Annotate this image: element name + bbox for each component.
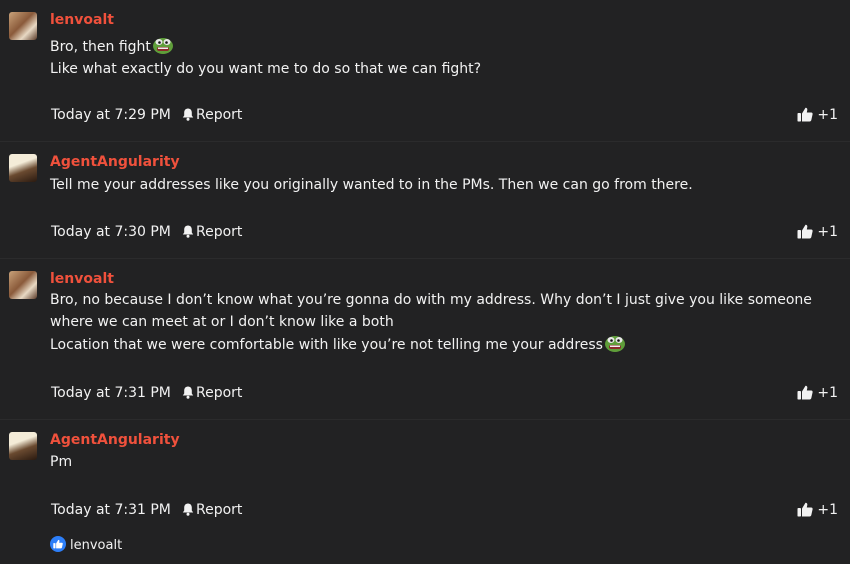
thumbs-up-icon <box>797 502 813 517</box>
message-post: AgentAngularity Pm Today at 7:31 PM Repo… <box>0 420 850 564</box>
timestamp[interactable]: Today at 7:31 PM <box>51 500 171 520</box>
message-footer: Today at 7:30 PM Report +1 <box>51 222 838 242</box>
report-label: Report <box>196 502 243 518</box>
avatar[interactable] <box>9 271 37 299</box>
message-post: AgentAngularity Tell me your addresses l… <box>0 142 850 259</box>
message-post: lenvoalt Bro, no because I don’t know wh… <box>0 259 850 420</box>
username[interactable]: AgentAngularity <box>50 154 180 170</box>
like-count: +1 <box>817 107 838 123</box>
like-count: +1 <box>817 224 838 240</box>
report-button[interactable]: Report <box>182 500 242 520</box>
username[interactable]: AgentAngularity <box>50 432 180 448</box>
report-button[interactable]: Report <box>182 105 242 125</box>
message-body: Tell me your addresses like you original… <box>50 174 830 196</box>
thumbs-up-icon <box>797 107 813 122</box>
like-count: +1 <box>817 502 838 518</box>
message-body: Pm <box>50 451 830 473</box>
report-button[interactable]: Report <box>182 222 242 242</box>
timestamp[interactable]: Today at 7:30 PM <box>51 222 171 242</box>
message-body: Bro, no because I don’t know what you’re… <box>50 289 830 356</box>
message-line: Bro, no because I don’t know what you’re… <box>50 292 812 330</box>
message-line: Like what exactly do you want me to do s… <box>50 61 482 77</box>
avatar[interactable] <box>9 432 37 460</box>
message-line: Location that we were comfortable with l… <box>50 333 830 356</box>
thumbs-up-icon <box>797 224 813 239</box>
message-thread: lenvoalt Bro, then fight Like what exact… <box>0 0 850 564</box>
message-line: Pm <box>50 454 73 470</box>
report-button[interactable]: Report <box>182 383 242 403</box>
timestamp[interactable]: Today at 7:31 PM <box>51 383 171 403</box>
username[interactable]: lenvoalt <box>50 12 114 28</box>
message-line: Bro, then fight <box>50 35 830 58</box>
message-line: Tell me your addresses like you original… <box>50 177 693 193</box>
thumbs-up-reaction-icon <box>50 536 66 552</box>
bell-icon <box>182 386 194 399</box>
reaction-user[interactable]: lenvoalt <box>70 538 122 553</box>
message-post: lenvoalt Bro, then fight Like what exact… <box>0 0 850 142</box>
thumbs-up-icon <box>797 385 813 400</box>
like-button[interactable]: +1 <box>797 383 838 403</box>
like-button[interactable]: +1 <box>797 222 838 242</box>
avatar[interactable] <box>9 154 37 182</box>
message-footer: Today at 7:29 PM Report +1 <box>51 105 838 125</box>
report-label: Report <box>196 107 243 123</box>
like-button[interactable]: +1 <box>797 105 838 125</box>
like-count: +1 <box>817 385 838 401</box>
message-footer: Today at 7:31 PM Report +1 <box>51 500 838 520</box>
username[interactable]: lenvoalt <box>50 271 114 287</box>
avatar[interactable] <box>9 12 37 40</box>
bell-icon <box>182 108 194 121</box>
report-label: Report <box>196 385 243 401</box>
pepe-emoji-icon <box>604 336 625 352</box>
bell-icon <box>182 225 194 238</box>
reaction-summary[interactable]: lenvoalt <box>50 536 122 555</box>
pepe-emoji-icon <box>152 38 173 54</box>
message-footer: Today at 7:31 PM Report +1 <box>51 383 838 403</box>
timestamp[interactable]: Today at 7:29 PM <box>51 105 171 125</box>
like-button[interactable]: +1 <box>797 500 838 520</box>
message-body: Bro, then fight Like what exactly do you… <box>50 35 830 80</box>
report-label: Report <box>196 224 243 240</box>
bell-icon <box>182 503 194 516</box>
